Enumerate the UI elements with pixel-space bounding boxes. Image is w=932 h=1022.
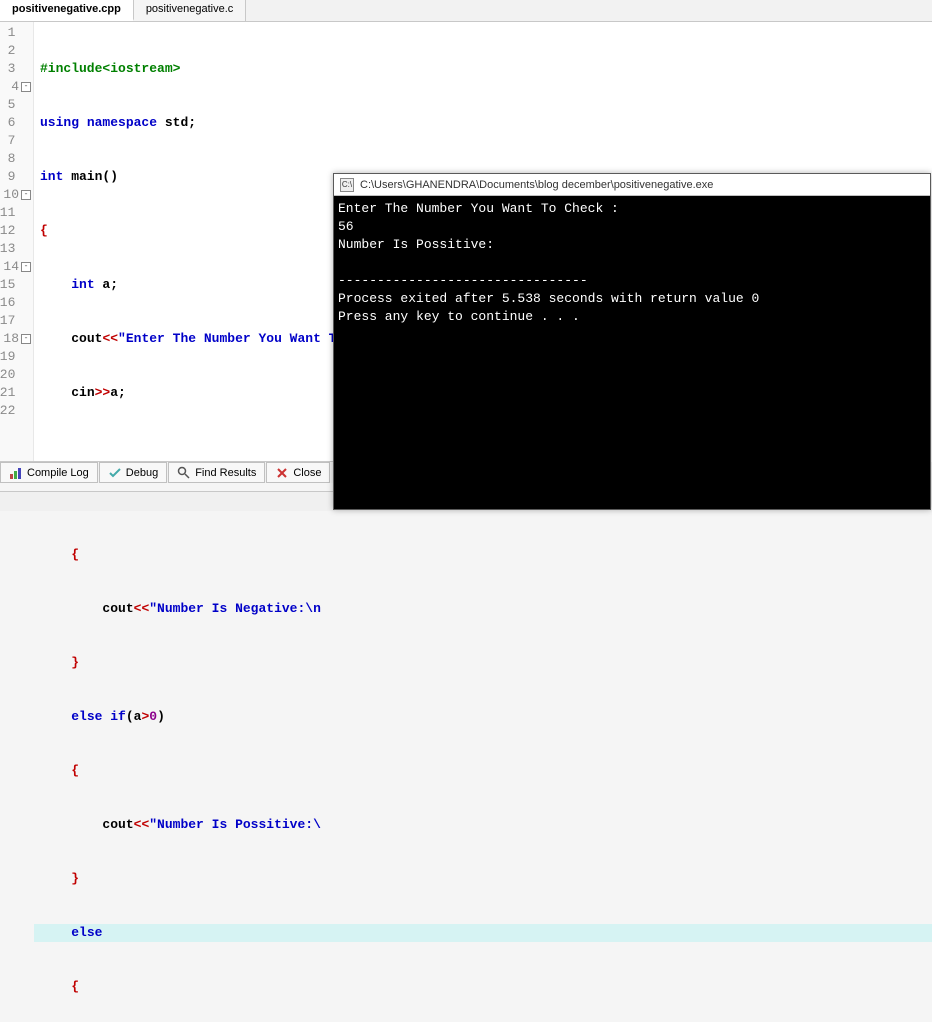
paren: (	[126, 709, 134, 724]
console-window[interactable]: C:\ C:\Users\GHANENDRA\Documents\blog de…	[333, 173, 931, 510]
status-bar	[0, 491, 335, 511]
compile-log-tab[interactable]: Compile Log	[0, 462, 98, 483]
fold-toggle-icon[interactable]: -	[21, 262, 31, 272]
line-number: 15	[0, 276, 15, 294]
bottom-panel-tabs: Compile Log Debug Find Results Close	[0, 461, 335, 483]
semicolon: ;	[188, 115, 196, 130]
tab-label: Debug	[126, 467, 158, 479]
identifier: a	[95, 277, 111, 292]
console-line: Number Is Possitive:	[338, 237, 494, 252]
identifier: std	[157, 115, 188, 130]
console-output: Enter The Number You Want To Check : 56 …	[334, 196, 930, 330]
line-number: 20	[0, 366, 15, 384]
line-number: 1	[8, 24, 16, 42]
brace: {	[71, 547, 79, 562]
console-line: Process exited after 5.538 seconds with …	[338, 291, 759, 306]
line-number: 11	[0, 204, 15, 222]
keyword: else	[71, 925, 102, 940]
console-title: C:\Users\GHANENDRA\Documents\blog decemb…	[360, 179, 713, 191]
line-number: 2	[8, 42, 16, 60]
line-number: 10	[3, 186, 19, 204]
line-number: 13	[0, 240, 15, 258]
line-number: 18	[3, 330, 19, 348]
paren: )	[157, 709, 165, 724]
check-icon	[108, 466, 122, 480]
string-literal: "Number Is Negative:\n	[149, 601, 321, 616]
console-titlebar[interactable]: C:\ C:\Users\GHANENDRA\Documents\blog de…	[334, 174, 930, 196]
find-results-tab[interactable]: Find Results	[168, 462, 265, 483]
tab-positivenegative-c[interactable]: positivenegative.c	[134, 0, 246, 21]
string-literal: "Number Is Possitive:\	[149, 817, 321, 832]
number: 0	[149, 709, 157, 724]
fold-toggle-icon[interactable]: -	[21, 190, 31, 200]
close-tab[interactable]: Close	[266, 462, 330, 483]
console-line: Enter The Number You Want To Check :	[338, 201, 619, 216]
brace: {	[71, 763, 79, 778]
identifier: main	[63, 169, 102, 184]
line-number: 3	[8, 60, 16, 78]
close-icon	[275, 466, 289, 480]
console-app-icon: C:\	[340, 178, 354, 192]
operator: <<	[102, 331, 118, 346]
line-number: 16	[0, 294, 15, 312]
bar-chart-icon	[9, 466, 23, 480]
line-number: 19	[0, 348, 15, 366]
tab-label: Close	[293, 467, 321, 479]
line-number-gutter: 1 2 3 4- 5 6 7 8 9 10- 11 12 13 14- 15 1…	[0, 22, 34, 462]
line-number: 21	[0, 384, 15, 402]
brace: }	[71, 655, 79, 670]
paren: )	[110, 169, 118, 184]
identifier: a	[110, 385, 118, 400]
console-line: Press any key to continue . . .	[338, 309, 580, 324]
line-number: 22	[0, 402, 15, 420]
identifier: cin	[71, 385, 94, 400]
brace: {	[40, 223, 48, 238]
preprocessor: #include<iostream>	[40, 61, 180, 76]
line-number: 17	[0, 312, 15, 330]
console-separator: --------------------------------	[338, 273, 588, 288]
identifier: cout	[102, 601, 133, 616]
fold-toggle-icon[interactable]: -	[21, 82, 31, 92]
operator: <<	[134, 601, 150, 616]
keyword: int	[71, 277, 94, 292]
debug-tab[interactable]: Debug	[99, 462, 167, 483]
identifier: cout	[102, 817, 133, 832]
tab-label: Find Results	[195, 467, 256, 479]
identifier: cout	[71, 331, 102, 346]
fold-toggle-icon[interactable]: -	[21, 334, 31, 344]
file-tabs: positivenegative.cpp positivenegative.c	[0, 0, 932, 22]
semicolon: ;	[110, 277, 118, 292]
line-number: 14	[3, 258, 19, 276]
line-number: 12	[0, 222, 15, 240]
tab-positivenegative-cpp[interactable]: positivenegative.cpp	[0, 0, 134, 21]
line-number: 9	[8, 168, 16, 186]
keyword: int	[40, 169, 63, 184]
tab-label: Compile Log	[27, 467, 89, 479]
line-number: 6	[8, 114, 16, 132]
operator: >>	[95, 385, 111, 400]
line-number: 7	[8, 132, 16, 150]
console-line: 56	[338, 219, 354, 234]
brace: }	[71, 871, 79, 886]
search-icon	[177, 466, 191, 480]
line-number: 5	[8, 96, 16, 114]
identifier: a	[134, 709, 142, 724]
operator: <<	[134, 817, 150, 832]
line-number: 4	[11, 78, 19, 96]
keyword: namespace	[87, 115, 157, 130]
operator: >	[141, 709, 149, 724]
brace: {	[71, 979, 79, 994]
semicolon: ;	[118, 385, 126, 400]
keyword: else if	[71, 709, 126, 724]
line-number: 8	[8, 150, 16, 168]
keyword: using	[40, 115, 79, 130]
